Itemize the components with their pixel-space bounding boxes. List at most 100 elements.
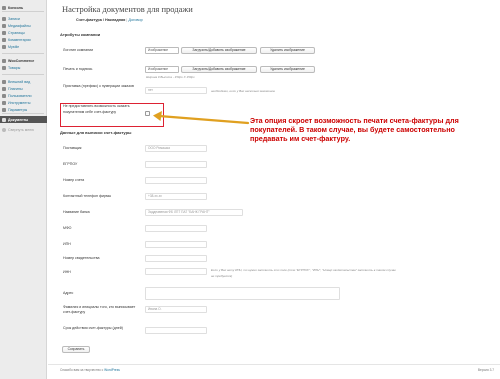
field-label: Поставщик [63, 146, 82, 150]
stamp-hint: Ширина 0 Высота - 150px X 150px [146, 75, 195, 79]
sidebar-separator [2, 74, 44, 75]
sidebar-item[interactable]: Инструменты [0, 99, 47, 106]
logo-label: Логотип компании [63, 48, 94, 52]
sidebar-item-label: WooCommerce [8, 58, 35, 63]
sidebar-item[interactable]: Внешний вид [0, 78, 47, 85]
sidebar-item[interactable]: Страницы [0, 29, 47, 36]
stamp-upload-button[interactable]: Загрузить/Добавить изображение [181, 66, 257, 73]
annotation-text: Эта опция скроет возможность печати счет… [250, 116, 459, 143]
sidebar-item-label: Документы [8, 117, 29, 122]
sidebar-item-label: Внешний вид [8, 79, 31, 84]
menu-icon [2, 100, 6, 105]
sidebar-separator [2, 53, 44, 54]
inn-input[interactable] [145, 268, 207, 275]
ipn-input[interactable] [145, 241, 207, 248]
supplier-input[interactable]: ООО Ромашка [145, 145, 207, 152]
section-title-company: Атрибуты компании [60, 32, 101, 37]
footer-wordpress-link[interactable]: WordPress [104, 368, 120, 372]
stamp-delete-button[interactable]: Удалить изображение [260, 66, 315, 73]
sidebar-item-label: Товары [8, 65, 21, 70]
annotation-arrow [153, 111, 250, 125]
sidebar-item[interactable]: Пользователи [0, 92, 47, 99]
sidebar-item[interactable]: Записи [0, 15, 47, 22]
sidebar-item-label: Консоль [8, 5, 24, 10]
phone-input[interactable]: +38-xx-xx [145, 193, 207, 200]
logo-delete-button[interactable]: Удалить изображение [260, 47, 315, 54]
field-label: ЕГРПОУ [63, 162, 78, 166]
footer-divider [48, 364, 500, 365]
sidebar-item-label: Плагины [8, 86, 23, 91]
sidebar-item-label: Комментарии [8, 37, 31, 42]
footer-thanks: Спасибо вам за творчество с WordPress [60, 368, 120, 372]
footer-version: Версия 3.7 [477, 368, 494, 372]
sidebar-item-label: Страницы [8, 30, 25, 35]
tab-contract[interactable]: Договор [128, 18, 142, 22]
field-label: Контактный телефон фирмы [63, 194, 112, 198]
page-title: Настройка документов для продажи [62, 4, 193, 14]
prefix-hint: необходимо, если у Вас несколько магазин… [211, 89, 275, 93]
bank-name-input[interactable]: Заддеавеная ФБ ЛПТ ПАТ "БАНК ГРАНТ" [145, 209, 243, 216]
sidebar-item-label: Параметры [8, 107, 28, 112]
field-label: Срок действия счет-фактуры (дней) [63, 326, 123, 330]
menu-icon [2, 23, 6, 28]
menu-icon [2, 5, 6, 10]
sidebar-separator [2, 11, 44, 12]
sidebar-item[interactable]: Товары [0, 64, 47, 71]
prefix-input[interactable]: нет [145, 87, 207, 94]
footer-thanks-text: Спасибо вам за творчество с [60, 368, 105, 372]
save-button[interactable]: Сохранить [62, 346, 90, 353]
logo-image-field[interactable]: Изображение [145, 47, 179, 54]
field-label: Название банка [63, 210, 90, 214]
menu-icon [2, 117, 6, 122]
stamp-label: Печать и подпись [63, 67, 93, 71]
menu-icon [2, 58, 6, 63]
menu-icon [2, 30, 6, 35]
sidebar-item[interactable]: Плагины [0, 85, 47, 92]
hide-print-label: Не предоставлять возможность оказать пок… [63, 104, 130, 114]
field-label: Фамилия и инициалы того, кто выписывает … [63, 305, 136, 314]
field-label: Номер счета [63, 178, 85, 182]
field-label: МФО [63, 226, 72, 230]
sidebar-item[interactable]: WooCommerce [0, 57, 47, 64]
sidebar-item-label: Свернуть меню [8, 127, 34, 132]
subsub-separator: | [126, 18, 128, 22]
sidebar-separator [2, 113, 44, 114]
menu-icon [2, 16, 6, 21]
egrpou-input[interactable] [145, 161, 207, 168]
sidebar-item[interactable]: Документы [0, 116, 47, 123]
sidebar-item-label: Mystile [8, 44, 20, 49]
sidebar-item-label: Записи [8, 16, 20, 21]
admin-sidebar: Консоль Записи Медиафайлы Страницы Комментар… [0, 0, 47, 379]
collapse-icon [2, 127, 6, 132]
sidebar-item[interactable]: Mystile [0, 43, 47, 50]
sidebar-item-label: Медиафайлы [8, 23, 31, 28]
address-textarea[interactable] [145, 287, 340, 300]
account-number-input[interactable] [145, 177, 207, 184]
subsubsub-nav: Счет-фактура / Накладная | Договор [76, 18, 143, 22]
field-label: Адрес [63, 291, 74, 295]
menu-icon [2, 86, 6, 91]
logo-upload-button[interactable]: Загрузить/Добавить изображение [181, 47, 257, 54]
issuer-name-input[interactable]: Ивана О. [145, 306, 207, 313]
certificate-number-input[interactable] [145, 255, 207, 262]
sidebar-item[interactable]: Консоль [0, 4, 47, 11]
stamp-image-field[interactable]: Изображение [145, 66, 179, 73]
section-title-invoice: Данные для выписки счет-фактуры [60, 130, 132, 135]
menu-icon [2, 79, 6, 84]
prefix-label: Приставка (префикс) к нумерации заказов [63, 84, 134, 88]
inn-hint-cont: не требуется) [211, 274, 233, 278]
sidebar-item[interactable]: Медиафайлы [0, 22, 47, 29]
mfo-input[interactable] [145, 225, 207, 232]
tab-invoice[interactable]: Счет-фактура / Накладная [76, 18, 125, 22]
sidebar-item[interactable]: Свернуть меню [0, 126, 47, 133]
menu-icon [2, 65, 6, 70]
menu-icon [2, 93, 6, 98]
sidebar-item-label: Инструменты [8, 100, 31, 105]
menu-icon [2, 37, 6, 42]
sidebar-item[interactable]: Параметры [0, 106, 47, 113]
hide-print-checkbox[interactable] [145, 111, 150, 116]
sidebar-item-label: Пользователи [8, 93, 32, 98]
field-label: Номер свидетельства [63, 256, 100, 260]
validity-days-input[interactable] [145, 327, 207, 334]
sidebar-item[interactable]: Комментарии [0, 36, 47, 43]
